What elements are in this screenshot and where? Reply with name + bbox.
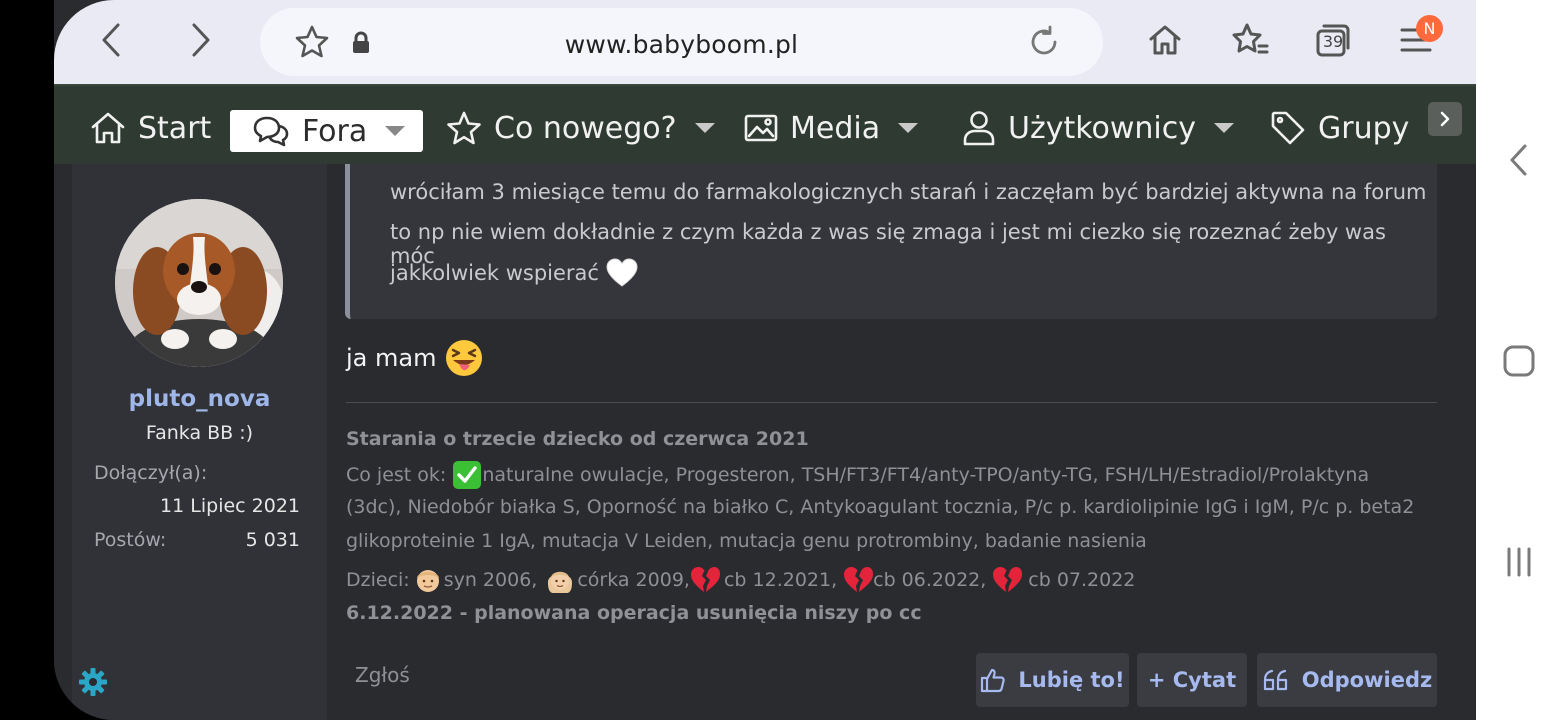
check-mark-button-emoji — [453, 461, 482, 489]
star-list-icon — [1232, 23, 1269, 54]
system-recents-button[interactable] — [1502, 545, 1536, 584]
tabs-count: 39 — [1322, 32, 1344, 51]
home-icon — [1149, 25, 1181, 55]
post-message: ja mam — [346, 338, 484, 378]
quote-block: wróciłam 3 miesiące temu do farmakologic… — [345, 164, 1437, 319]
quote-line: jakkolwiek wspierać — [390, 258, 639, 288]
broken-heart-emoji — [844, 567, 874, 592]
home-icon — [91, 112, 125, 144]
kid-1: syn 2006, — [443, 569, 538, 591]
signature-title: Starania o trzecie dziecko od czerwca 20… — [346, 428, 809, 450]
post-author-sidebar: pluto_nova Fanka BB :) Dołączył(a): 11 L… — [72, 164, 327, 720]
quote-label: + Cytat — [1147, 668, 1237, 692]
style-settings-button[interactable] — [78, 667, 108, 702]
quote-line: wróciłam 3 miesiące temu do farmakologic… — [390, 180, 1427, 204]
tag-icon — [1271, 111, 1305, 145]
nav-fora[interactable]: Fora — [230, 110, 423, 152]
nav-fora-label: Fora — [302, 113, 368, 149]
nav-grupy[interactable]: Grupy — [1270, 104, 1409, 152]
nav-scroll-right-button[interactable] — [1428, 102, 1462, 136]
like-label: Lubię to! — [1018, 668, 1125, 692]
username-link[interactable]: pluto_nova — [72, 386, 327, 412]
nav-co-nowego-label: Co nowego? — [494, 110, 677, 146]
quote-button[interactable]: + Cytat — [1137, 653, 1247, 707]
browser-toolbar: www.babyboom.pl 39 N — [54, 0, 1476, 84]
report-link[interactable]: Zgłoś — [355, 663, 410, 687]
signature-line: glikoproteinie 1 IgA, mutacja V Leiden, … — [346, 530, 1147, 552]
star-icon — [447, 111, 481, 145]
system-navigation-bar — [1476, 0, 1560, 720]
caret-down-icon[interactable] — [1214, 123, 1235, 133]
loss-3: cb 07.2022 — [1028, 569, 1136, 591]
squinting-tongue-emoji — [446, 340, 483, 376]
chevron-left-icon — [1510, 144, 1527, 176]
broken-heart-emoji — [690, 567, 720, 592]
caret-down-icon[interactable] — [385, 126, 406, 136]
site-navigation: Start Fora Co nowego? Media Użytkownicy — [54, 84, 1476, 166]
user-icon — [963, 111, 995, 146]
nav-media[interactable]: Media — [744, 104, 919, 152]
system-back-button[interactable] — [1502, 142, 1536, 183]
url-text: www.babyboom.pl — [564, 30, 799, 59]
boy-emoji — [416, 570, 439, 592]
ok-line-1: naturalne owulacje, Progesteron, TSH/FT3… — [482, 464, 1370, 486]
joined-value: 11 Lipiec 2021 — [160, 495, 300, 517]
nav-co-nowego[interactable]: Co nowego? — [446, 104, 715, 152]
nav-uzytkownicy-label: Użytkownicy — [1008, 110, 1197, 146]
quote-line-text: jakkolwiek wspierać — [390, 261, 599, 285]
reply-label: Odpowiedz — [1301, 668, 1433, 692]
nav-start[interactable]: Start — [90, 104, 211, 152]
like-button[interactable]: Lubię to! — [976, 653, 1129, 707]
broken-heart-emoji — [993, 567, 1023, 592]
ok-prefix: Co jest ok: — [346, 464, 447, 486]
white-heart-emoji — [606, 258, 638, 287]
signature-line: (3dc), Niedobór białka S, Oporność na bi… — [346, 496, 1415, 518]
comments-icon — [253, 116, 289, 147]
post-message-text: ja mam — [346, 344, 437, 372]
tabs-button[interactable]: 39 — [1305, 12, 1361, 68]
joined-label: Dołączył(a): — [94, 462, 208, 484]
gear-icon — [79, 668, 107, 696]
signature-operation: 6.12.2022 - planowana operacja usunięcia… — [346, 602, 922, 624]
user-title: Fanka BB :) — [145, 422, 254, 444]
forward-button[interactable] — [172, 12, 228, 68]
thumbs-up-icon — [981, 668, 1006, 693]
screen: www.babyboom.pl 39 N Start Fora Co noweg… — [0, 0, 1560, 720]
back-button[interactable] — [84, 12, 140, 68]
system-home-button[interactable] — [1502, 344, 1536, 383]
chevron-right-icon — [192, 23, 210, 57]
notification-badge: N — [1416, 15, 1443, 42]
posts-value: 5 031 — [245, 529, 300, 551]
address-bar[interactable]: www.babyboom.pl — [260, 8, 1103, 76]
nav-media-label: Media — [790, 110, 881, 146]
signature-line: Co jest ok: naturalne owulacje, Progeste… — [346, 460, 1369, 490]
recents-lines-icon — [1507, 547, 1531, 577]
signature-kids-line: Dzieci: syn 2006, córka 2009, cb 12.2021… — [346, 565, 1135, 595]
avatar[interactable] — [115, 199, 283, 367]
caret-down-icon[interactable] — [694, 123, 715, 133]
chevron-left-icon — [102, 23, 120, 57]
reply-button[interactable]: Odpowiedz — [1257, 653, 1437, 707]
bookmarks-button[interactable] — [1222, 12, 1278, 68]
thread-page: pluto_nova Fanka BB :) Dołączył(a): 11 L… — [54, 164, 1476, 720]
dog-avatar-image — [115, 199, 283, 367]
chevron-right-icon — [1440, 111, 1450, 127]
posts-label: Postów: — [94, 529, 167, 551]
browser-viewport: www.babyboom.pl 39 N Start Fora Co noweg… — [54, 0, 1476, 720]
home-button[interactable] — [1137, 12, 1193, 68]
loss-1: cb 12.2021, — [723, 569, 838, 591]
loss-2: cb 06.2022, — [873, 569, 987, 591]
signature-divider — [346, 402, 1437, 403]
kid-2: córka 2009, — [577, 569, 690, 591]
nav-start-label: Start — [138, 110, 212, 146]
girl-emoji — [548, 571, 573, 593]
nav-grupy-label: Grupy — [1318, 110, 1410, 146]
caret-down-icon[interactable] — [898, 123, 919, 133]
reload-icon[interactable] — [1026, 24, 1062, 65]
kids-prefix: Dzieci: — [346, 569, 410, 591]
rounded-square-icon — [1503, 345, 1535, 377]
nav-uzytkownicy[interactable]: Użytkownicy — [962, 104, 1235, 152]
image-icon — [744, 114, 778, 142]
quote-mark-icon — [1263, 669, 1287, 691]
